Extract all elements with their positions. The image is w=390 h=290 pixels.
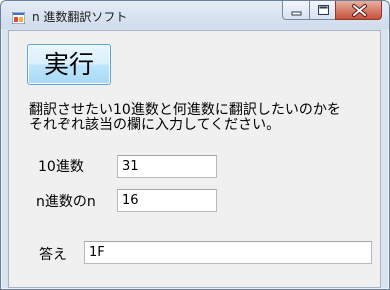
window-title: n 進数翻訳ソフト (32, 10, 128, 24)
minimize-icon (291, 11, 302, 16)
base-label: n進数のn (36, 194, 96, 210)
close-icon (352, 4, 367, 17)
instructions-line-1: 翻訳させたい10進数と何進数に翻訳したいのかを (29, 102, 341, 118)
minimize-button[interactable] (282, 1, 310, 20)
client-area: 実行 翻訳させたい10進数と何進数に翻訳したいのかを それぞれ該当の欄に入力して… (8, 30, 381, 288)
decimal-input[interactable] (117, 155, 217, 178)
title-bar[interactable]: n 進数翻訳ソフト (1, 1, 389, 29)
close-button[interactable] (335, 1, 382, 20)
maximize-button[interactable] (309, 1, 336, 20)
run-button[interactable]: 実行 (27, 44, 111, 85)
app-icon (11, 9, 26, 25)
instructions-text: 翻訳させたい10進数と何進数に翻訳したいのかを それぞれ該当の欄に入力してくださ… (29, 103, 379, 133)
decimal-label: 10進数 (38, 159, 84, 175)
base-input[interactable] (117, 189, 217, 212)
answer-output[interactable] (84, 241, 372, 264)
app-window: n 進数翻訳ソフト 実行 翻訳させたい10進数と何進数に翻訳したいのかを それぞ… (0, 0, 390, 290)
answer-label: 答え (39, 247, 67, 263)
instructions-line-2: それぞれ該当の欄に入力してください。 (29, 117, 281, 133)
maximize-icon (318, 5, 329, 15)
